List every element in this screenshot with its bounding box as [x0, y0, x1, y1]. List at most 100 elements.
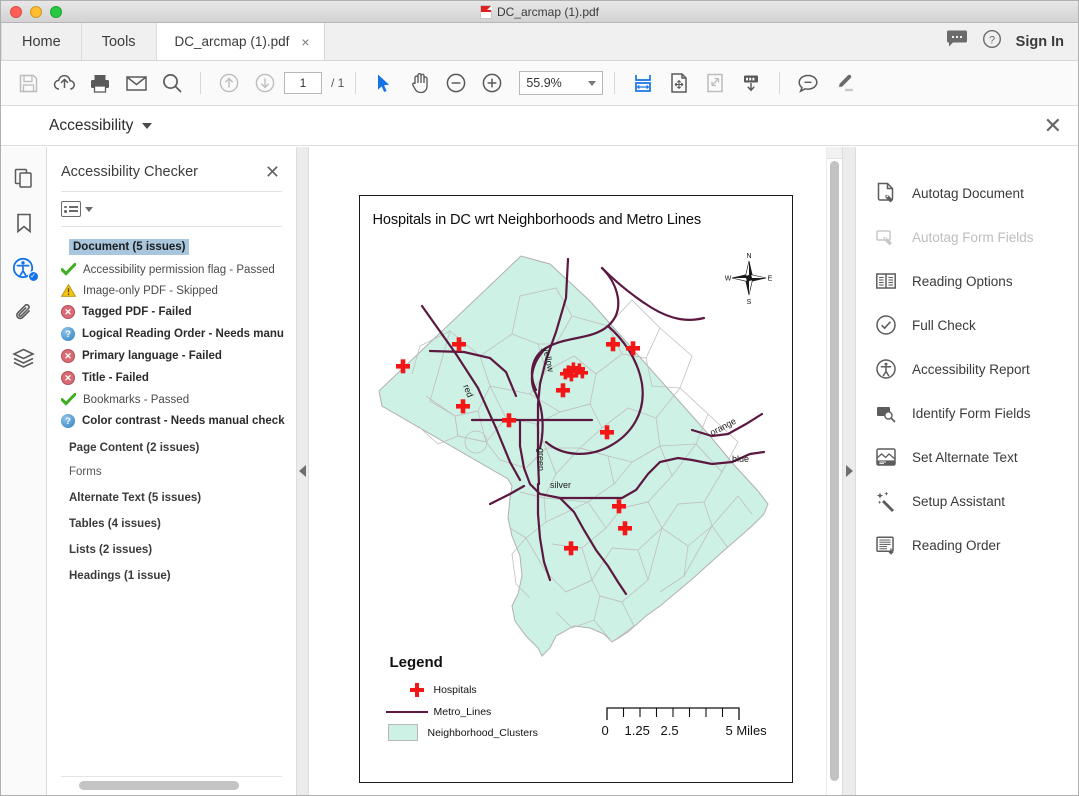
autotag-document-icon: [874, 181, 898, 205]
print-icon[interactable]: [83, 67, 117, 99]
close-checker-icon[interactable]: ✕: [265, 163, 280, 181]
maximize-window-button[interactable]: [50, 5, 62, 18]
close-accessibility-panel-icon[interactable]: ✕: [1044, 114, 1062, 137]
zoom-level-value: 55.9%: [526, 76, 562, 90]
menu-tools[interactable]: Tools: [81, 23, 157, 60]
document-vertical-scrollbar[interactable]: [826, 147, 842, 795]
scroll-down-icon[interactable]: [734, 67, 768, 99]
pdf-page: Hospitals in DC wrt Neighborhoods and Me…: [358, 195, 793, 783]
page-number-input[interactable]: 1: [284, 72, 322, 94]
tool-full-check[interactable]: Full Check: [856, 303, 1078, 347]
list-item[interactable]: Forms: [47, 466, 296, 478]
tool-label: Setup Assistant: [912, 493, 1006, 509]
zoom-in-icon[interactable]: [475, 67, 509, 99]
issue-label: Primary language - Failed: [82, 350, 222, 362]
app-body: Accessibility Checker ✕ Document (5 issu…: [1, 147, 1078, 795]
accessibility-tools-panel: Autotag Document Autotag Form Fields Rea…: [856, 147, 1078, 795]
close-tab-icon[interactable]: ×: [301, 35, 309, 49]
issue-label: Title - Failed: [82, 372, 149, 384]
panel-horizontal-scrollbar[interactable]: [61, 776, 282, 790]
svg-text:?: ?: [989, 34, 995, 46]
document-tab[interactable]: DC_arcmap (1).pdf ×: [156, 23, 325, 60]
collapse-right-panel-button[interactable]: [842, 147, 856, 795]
list-item[interactable]: Document (5 issues): [47, 235, 296, 259]
tool-autotag-document[interactable]: Autotag Document: [856, 171, 1078, 215]
scale-tick-3: 5 Miles: [725, 723, 767, 738]
scrollbar-thumb[interactable]: [79, 781, 239, 790]
minimize-window-button[interactable]: [30, 5, 42, 18]
zoom-out-icon[interactable]: [439, 67, 473, 99]
toolbar-divider-4: [779, 72, 781, 94]
accessibility-icon[interactable]: [11, 255, 39, 282]
list-item[interactable]: Accessibility permission flag - Passed: [47, 259, 296, 280]
next-page-icon[interactable]: [248, 67, 282, 99]
help-icon[interactable]: ?: [982, 29, 1002, 54]
tool-reading-order[interactable]: Reading Order: [856, 523, 1078, 567]
zoom-level-select[interactable]: 55.9%: [519, 71, 604, 95]
list-item[interactable]: ✕ Primary language - Failed: [47, 345, 296, 367]
tool-accessibility-report[interactable]: Accessibility Report: [856, 347, 1078, 391]
select-tool-icon[interactable]: [367, 67, 401, 99]
attachments-icon[interactable]: [11, 300, 37, 326]
list-item[interactable]: Bookmarks - Passed: [47, 389, 296, 410]
pan-zoom-icon[interactable]: [662, 67, 696, 99]
close-window-button[interactable]: [10, 5, 22, 18]
layers-icon[interactable]: [11, 345, 37, 371]
red-cross-marker-icon: [400, 683, 434, 697]
sign-in-button[interactable]: Sign In: [1016, 34, 1064, 50]
tool-label: Autotag Document: [912, 185, 1024, 201]
feedback-icon[interactable]: [946, 30, 968, 53]
tab-bar-right: ? Sign In: [946, 23, 1078, 60]
toolbar-divider-3: [614, 72, 616, 94]
list-item[interactable]: Lists (2 issues): [47, 544, 296, 556]
tool-set-alternate-text[interactable]: Set Alternate Text: [856, 435, 1078, 479]
window-controls[interactable]: [1, 5, 62, 18]
highlight-icon[interactable]: [827, 67, 861, 99]
fullscreen-icon[interactable]: [698, 67, 732, 99]
tool-identify-form-fields[interactable]: Identify Form Fields: [856, 391, 1078, 435]
list-item[interactable]: ✕ Tagged PDF - Failed: [47, 301, 296, 323]
list-item[interactable]: Page Content (2 issues): [47, 442, 296, 454]
svg-text:E: E: [767, 276, 772, 283]
list-item[interactable]: ? Color contrast - Needs manual check: [47, 410, 296, 432]
metro-label-green: green: [536, 448, 546, 471]
list-item[interactable]: ✕ Title - Failed: [47, 367, 296, 389]
map-graphic: red yellow green silver orange blue N S …: [377, 253, 772, 657]
upload-cloud-icon[interactable]: [47, 67, 81, 99]
tool-label: Accessibility Report: [912, 361, 1030, 377]
page-thumbnails-icon[interactable]: [11, 165, 37, 191]
identify-form-fields-icon: [874, 401, 898, 425]
tool-autotag-form-fields[interactable]: Autotag Form Fields: [856, 215, 1078, 259]
menu-home[interactable]: Home: [1, 23, 82, 60]
comment-icon[interactable]: [791, 67, 825, 99]
metro-label-blue: blue: [732, 454, 749, 464]
fit-width-icon[interactable]: [626, 67, 660, 99]
chevron-down-icon[interactable]: [142, 122, 153, 129]
document-tab-label: DC_arcmap (1).pdf: [174, 34, 290, 49]
save-icon[interactable]: [11, 67, 45, 99]
pdf-file-icon: [479, 4, 492, 19]
hand-tool-icon[interactable]: [403, 67, 437, 99]
red-x-circle-icon: ✕: [61, 349, 75, 363]
previous-page-icon[interactable]: [212, 67, 246, 99]
legend-item-metro-lines: Metro_Lines: [385, 706, 491, 718]
accessibility-issue-list: Document (5 issues) Accessibility permis…: [47, 227, 296, 795]
collapse-left-panel-button[interactable]: [297, 147, 309, 795]
list-item[interactable]: Tables (4 issues): [47, 518, 296, 530]
list-item[interactable]: Headings (1 issue): [47, 570, 296, 582]
search-icon[interactable]: [155, 67, 189, 99]
tab-bar: Home Tools DC_arcmap (1).pdf × ? Sign In: [1, 23, 1078, 61]
chevron-down-icon[interactable]: [85, 206, 93, 212]
list-item[interactable]: Alternate Text (5 issues): [47, 492, 296, 504]
bookmarks-icon[interactable]: [11, 210, 37, 236]
options-list-icon[interactable]: [61, 201, 81, 217]
scrollbar-thumb[interactable]: [830, 161, 839, 781]
email-icon[interactable]: [119, 67, 153, 99]
tool-setup-assistant[interactable]: Setup Assistant: [856, 479, 1078, 523]
list-item[interactable]: ? Logical Reading Order - Needs manu: [47, 323, 296, 345]
page-total-label: / 1: [331, 76, 345, 90]
reading-order-icon: [874, 533, 898, 557]
tool-reading-options[interactable]: Reading Options: [856, 259, 1078, 303]
full-check-icon: [874, 313, 898, 337]
list-item[interactable]: Image-only PDF - Skipped: [47, 280, 296, 301]
